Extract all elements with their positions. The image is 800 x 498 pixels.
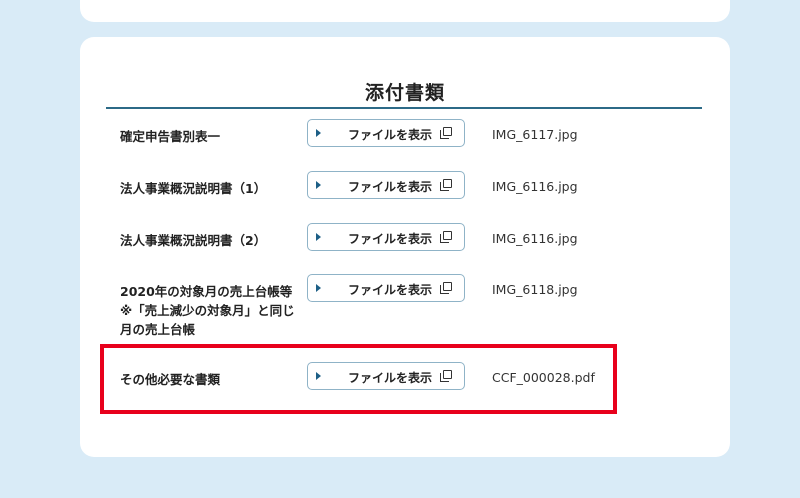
attachment-label: 確定申告書別表一 — [120, 129, 221, 144]
view-file-button[interactable]: ファイルを表示 — [307, 223, 465, 251]
file-name: IMG_6118.jpg — [492, 282, 578, 297]
open-window-icon — [440, 127, 452, 139]
file-name: IMG_6117.jpg — [492, 127, 578, 142]
file-name: IMG_6116.jpg — [492, 231, 578, 246]
view-file-button[interactable]: ファイルを表示 — [307, 171, 465, 199]
play-triangle-icon — [316, 129, 321, 137]
attachment-label-line: 2020年の対象月の売上台帳等 — [120, 284, 293, 299]
attachment-label: 法人事業概況説明書（2） — [120, 233, 267, 248]
view-file-button-label: ファイルを表示 — [348, 128, 433, 142]
view-file-button-label: ファイルを表示 — [348, 283, 433, 297]
file-name: IMG_6116.jpg — [492, 179, 578, 194]
attachment-label-line: ※「売上減少の対象月」と同じ — [120, 303, 295, 318]
open-window-icon — [440, 231, 452, 243]
attachment-label: 法人事業概況説明書（1） — [120, 181, 267, 196]
play-triangle-icon — [316, 233, 321, 241]
view-file-button[interactable]: ファイルを表示 — [307, 119, 465, 147]
play-triangle-icon — [316, 181, 321, 189]
view-file-button[interactable]: ファイルを表示 — [307, 274, 465, 302]
section-title: 添付書類 — [364, 82, 445, 104]
open-window-icon — [440, 282, 452, 294]
view-file-button-label: ファイルを表示 — [348, 232, 433, 246]
title-divider — [106, 107, 702, 109]
play-triangle-icon — [316, 284, 321, 292]
open-window-icon — [440, 179, 452, 191]
attachment-label: 2020年の対象月の売上台帳等 ※「売上減少の対象月」と同じ 月の売上台帳 — [120, 282, 310, 339]
view-file-button-label: ファイルを表示 — [348, 180, 433, 194]
attachment-label-line: 月の売上台帳 — [120, 322, 196, 337]
previous-card — [80, 0, 730, 22]
highlight-box — [100, 344, 617, 414]
